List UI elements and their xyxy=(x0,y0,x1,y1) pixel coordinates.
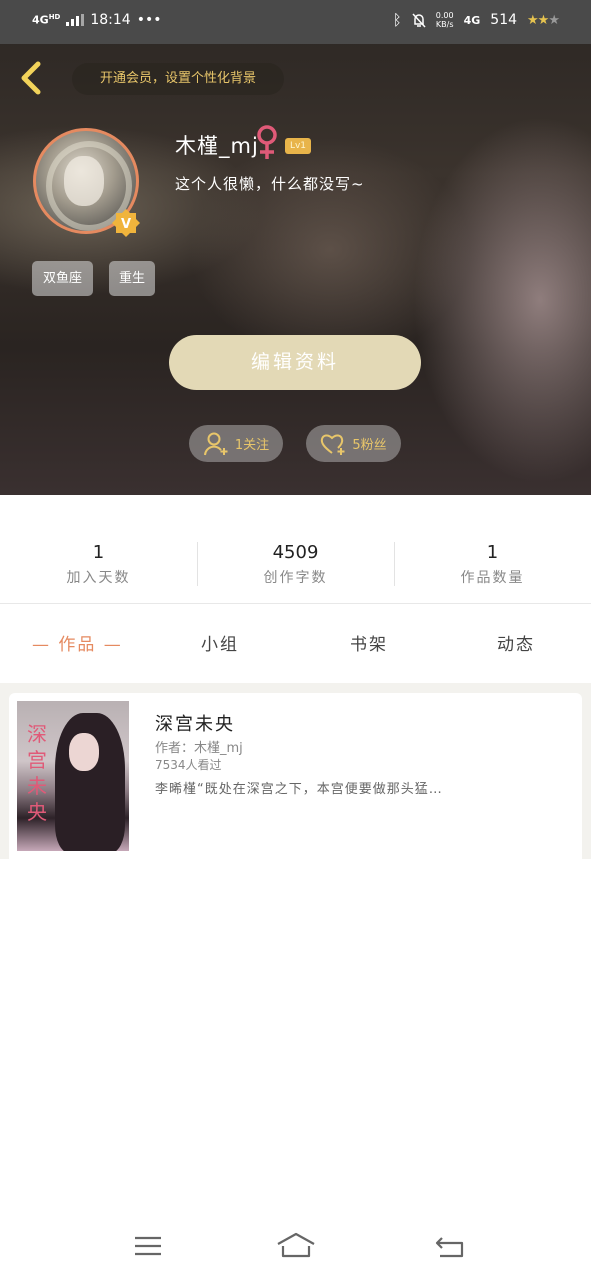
vip-banner[interactable]: 开通会员，设置个性化背景 xyxy=(72,63,284,95)
svg-text:V: V xyxy=(121,217,131,232)
female-symbol-icon xyxy=(257,125,277,159)
return-icon[interactable] xyxy=(430,1230,470,1262)
fans-count: 5粉丝 xyxy=(352,438,387,453)
profile-tabs: — 作品 — 小组 书架 动态 xyxy=(0,622,591,664)
tab-group[interactable]: 小组 xyxy=(201,630,239,655)
signal-icon xyxy=(66,14,85,26)
rating-stars-icon: ★★★ xyxy=(527,12,560,28)
back-chevron-icon[interactable] xyxy=(14,58,46,98)
bio: 这个人很懒，什么都没写~ xyxy=(175,175,365,193)
divider xyxy=(0,603,591,604)
cover-title: 深宫未央 xyxy=(27,722,47,824)
book-title[interactable]: 深宫未央 xyxy=(155,710,235,736)
book-description: 李晞槿“既处在深宫之下，本宫便要做那头猛… xyxy=(155,782,443,797)
book-card[interactable]: 深宫未央 xyxy=(9,693,582,859)
network-indicator: 4GHD xyxy=(32,13,61,27)
stat-days: 1 加入天数 xyxy=(66,542,131,586)
book-author: 作者：木槿_mj xyxy=(155,741,243,756)
home-icon[interactable] xyxy=(276,1230,316,1262)
level-badge: Lv1 xyxy=(285,138,311,154)
status-bar: 4GHD 18:14 ••• ᛒ 0.00 KB/s 4G 514 ★★★ xyxy=(0,0,591,44)
network-indicator-2: 4G xyxy=(463,13,481,27)
menu-icon[interactable] xyxy=(128,1230,168,1262)
book-cover[interactable]: 深宫未央 xyxy=(17,701,129,851)
clock: 18:14 xyxy=(90,12,131,28)
battery-level: 514 xyxy=(490,12,518,28)
mute-bell-icon xyxy=(412,12,426,28)
stats-row: 1 加入天数 4509 创作字数 1 作品数量 xyxy=(0,528,591,590)
book-views: 7534人看过 xyxy=(155,758,222,772)
system-nav-bar xyxy=(0,1210,591,1280)
bluetooth-icon: ᛒ xyxy=(392,11,402,29)
tag-genre[interactable]: 重生 xyxy=(109,261,155,296)
tab-shelf[interactable]: 书架 xyxy=(350,630,388,655)
username: 木槿_mj xyxy=(175,134,259,158)
vip-badge-icon: V xyxy=(112,209,140,237)
notification-dots: ••• xyxy=(136,12,162,28)
follow-count: 1关注 xyxy=(234,438,270,453)
tag-zodiac[interactable]: 双鱼座 xyxy=(32,261,93,296)
stat-words: 4509 创作字数 xyxy=(197,528,394,590)
profile-header: 4GHD 18:14 ••• ᛒ 0.00 KB/s 4G 514 ★★★ 开通会… xyxy=(0,0,591,495)
tab-works[interactable]: — 作品 — xyxy=(32,630,123,655)
edit-profile-button[interactable]: 编辑资料 xyxy=(169,335,421,390)
fans-button[interactable]: 5粉丝 xyxy=(306,425,401,462)
stat-works: 1 作品数量 xyxy=(394,528,591,590)
tab-activity[interactable]: 动态 xyxy=(497,630,535,655)
heart-icon xyxy=(321,434,345,455)
follow-button[interactable]: 1关注 xyxy=(189,425,283,462)
add-user-icon xyxy=(203,432,228,455)
network-speed: 0.00 KB/s xyxy=(435,11,454,29)
